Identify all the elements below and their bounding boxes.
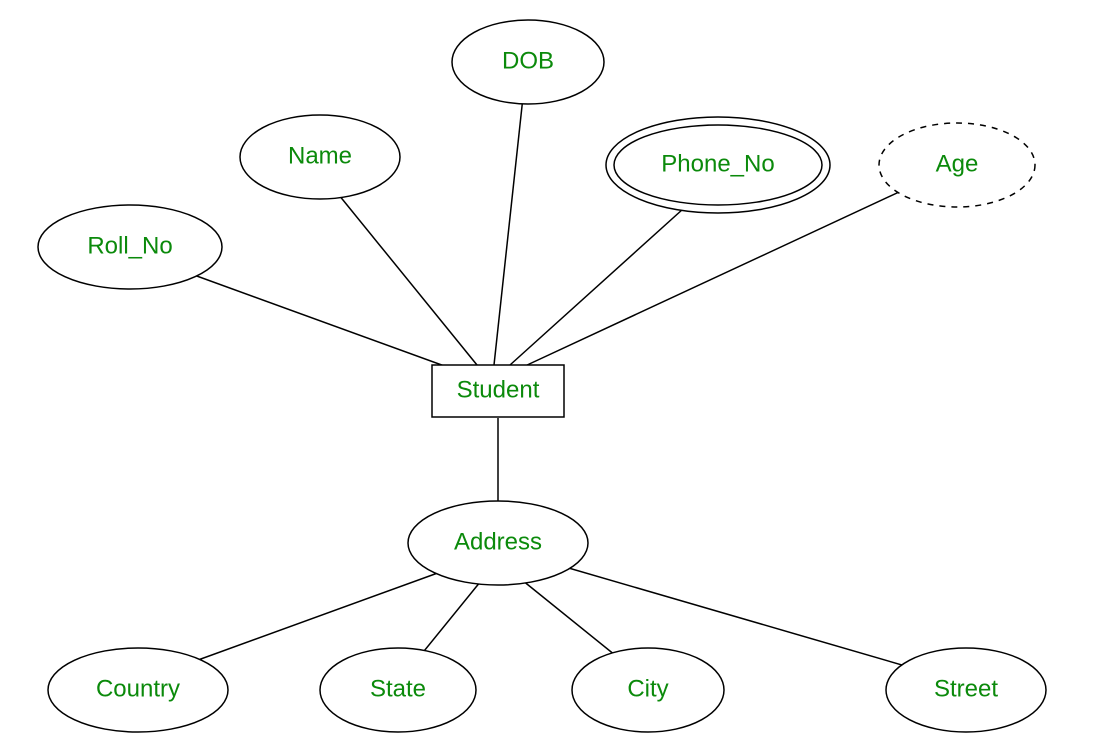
attribute-city: City: [572, 648, 724, 732]
entity-student: Student: [432, 365, 564, 417]
attribute-address-label: Address: [454, 528, 542, 555]
attribute-phone-no-label: Phone_No: [661, 150, 774, 177]
attribute-dob-label: DOB: [502, 47, 554, 74]
edge-student-dob: [494, 97, 523, 365]
attribute-country-label: Country: [96, 675, 180, 702]
attribute-address: Address: [408, 501, 588, 585]
attribute-dob: DOB: [452, 20, 604, 104]
edge-student-rollno: [161, 263, 472, 376]
edge-student-name: [330, 184, 477, 365]
entity-student-label: Student: [457, 376, 540, 403]
attribute-name-label: Name: [288, 142, 352, 169]
attribute-age: Age: [879, 123, 1035, 207]
attribute-country: Country: [48, 648, 228, 732]
attribute-city-label: City: [627, 675, 668, 702]
edge-student-phone: [510, 200, 693, 365]
attribute-street: Street: [886, 648, 1046, 732]
attribute-state-label: State: [370, 675, 426, 702]
attribute-state: State: [320, 648, 476, 732]
attribute-name: Name: [240, 115, 400, 199]
attribute-roll-no-label: Roll_No: [87, 232, 172, 259]
attribute-roll-no: Roll_No: [38, 205, 222, 289]
er-diagram: Roll_No Name DOB Phone_No Age Student Ad…: [0, 0, 1112, 753]
attribute-age-label: Age: [936, 150, 979, 177]
attribute-street-label: Street: [934, 675, 998, 702]
attribute-phone-no: Phone_No: [606, 117, 830, 213]
